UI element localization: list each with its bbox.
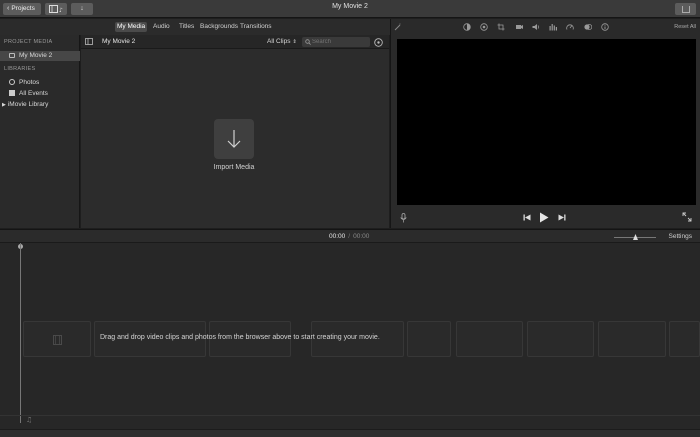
sidebar-item-all-events[interactable]: All Events	[0, 89, 80, 99]
photos-icon	[9, 79, 15, 86]
window-title: My Movie 2	[332, 3, 368, 10]
tab-backgrounds[interactable]: Backgrounds	[198, 22, 240, 32]
playback-controls	[391, 209, 700, 228]
sidebar-item-label: Photos	[19, 79, 40, 86]
crop-icon[interactable]	[497, 23, 505, 31]
play-icon[interactable]	[539, 212, 549, 223]
project-media-header: PROJECT MEDIA	[4, 39, 53, 45]
browser-toolbar: My Movie 2 All Clips ⇕	[81, 35, 389, 49]
project-icon	[9, 52, 15, 58]
skip-back-icon[interactable]	[523, 214, 531, 221]
audio-track-area: ♫	[0, 415, 700, 424]
viewer-panel: Reset All	[390, 19, 700, 228]
playhead[interactable]	[20, 243, 21, 423]
clip-placeholder	[598, 321, 666, 357]
fullscreen-icon[interactable]	[682, 212, 692, 222]
timeline[interactable]: Drag and drop video clips and photos fro…	[0, 243, 700, 437]
title-bar: ‹ Projects ♪ ↓ My Movie 2	[0, 0, 700, 18]
media-tabs: My Media Audio Titles Backgrounds Transi…	[0, 19, 390, 35]
search-field[interactable]	[302, 37, 370, 47]
tab-transitions[interactable]: Transitions	[238, 22, 274, 32]
film-strip-icon	[53, 335, 62, 345]
sidebar-item-label: iMovie Library	[7, 101, 49, 108]
microphone-icon[interactable]	[400, 213, 407, 223]
timeline-drop-hint: Drag and drop video clips and photos fro…	[100, 334, 380, 341]
share-button[interactable]	[675, 3, 696, 15]
reset-all-button[interactable]: Reset All	[674, 24, 696, 30]
clip-filter-select[interactable]: All Clips ⇕	[267, 38, 297, 45]
sidebar-toggle-icon[interactable]	[85, 38, 93, 45]
clip-placeholder	[456, 321, 523, 357]
clip-placeholder	[527, 321, 594, 357]
import-media-label: Import Media	[213, 164, 255, 171]
libraries-header: LIBRARIES	[4, 66, 36, 72]
timecode-display: 00:00/00:00	[329, 233, 369, 240]
total-duration: 00:00	[353, 233, 370, 240]
updown-chevron-icon: ⇕	[292, 39, 297, 45]
sidebar-item-label: All Events	[19, 90, 48, 97]
skip-forward-icon[interactable]	[558, 214, 566, 221]
tab-audio[interactable]: Audio	[151, 22, 172, 32]
timecode-separator: /	[348, 233, 351, 240]
adjustments-bar: Reset All	[391, 19, 700, 36]
sidebar-item-project[interactable]: My Movie 2	[0, 51, 80, 61]
media-browser: My Movie 2 All Clips⇕ Import Media	[81, 35, 389, 228]
import-arrow-icon	[227, 130, 241, 148]
clip-placeholder	[407, 321, 451, 357]
timeline-scrollbar[interactable]	[0, 429, 700, 437]
browser-title: My Movie 2	[102, 38, 136, 45]
tab-titles[interactable]: Titles	[177, 22, 196, 32]
settings-gear-icon[interactable]	[374, 38, 383, 47]
clip-placeholder	[669, 321, 700, 357]
search-input[interactable]	[312, 38, 367, 46]
disclosure-triangle-icon: ▶	[2, 102, 6, 108]
search-icon	[305, 39, 311, 45]
timeline-header: 00:00/00:00 Settings	[0, 229, 700, 243]
timeline-settings-button[interactable]: Settings	[669, 233, 693, 240]
magic-wand-icon[interactable]	[394, 23, 402, 31]
noise-reduction-icon[interactable]	[584, 23, 592, 31]
star-icon	[9, 90, 15, 97]
sidebar-item-label: My Movie 2	[19, 52, 53, 59]
music-note-icon: ♫	[26, 416, 33, 424]
tab-my-media[interactable]: My Media	[115, 22, 148, 32]
stabilization-icon[interactable]	[515, 23, 523, 31]
sidebar-item-photos[interactable]: Photos	[0, 78, 80, 88]
equalizer-icon[interactable]	[549, 23, 557, 31]
sidebar-item-imovie-library[interactable]: ▶ iMovie Library	[0, 100, 80, 110]
clip-placeholder	[23, 321, 91, 357]
clip-info-icon[interactable]	[601, 23, 609, 31]
import-media-button[interactable]	[214, 119, 254, 159]
color-correction-icon[interactable]	[480, 23, 488, 31]
clip-filter-value: All Clips	[267, 38, 291, 45]
color-balance-icon[interactable]	[463, 23, 471, 31]
video-viewer[interactable]	[397, 39, 696, 205]
speed-icon[interactable]	[566, 23, 574, 31]
current-time: 00:00	[329, 233, 346, 240]
libraries-sidebar: PROJECT MEDIA My Movie 2 LIBRARIES Photo…	[0, 35, 80, 228]
volume-icon[interactable]	[532, 23, 540, 31]
